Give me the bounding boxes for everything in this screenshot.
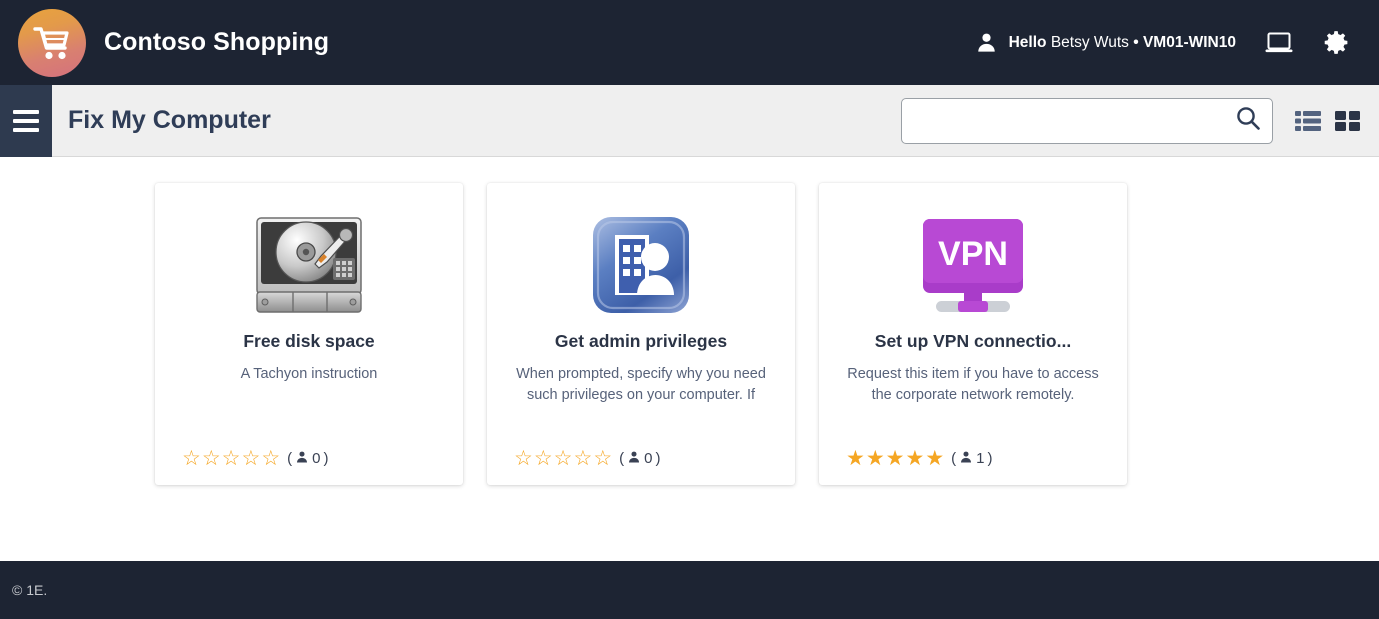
laptop-icon[interactable]: [1264, 30, 1294, 56]
person-icon: [959, 450, 973, 468]
hamburger-lines: [13, 109, 39, 132]
brand-area[interactable]: Contoso Shopping: [18, 8, 330, 77]
shopping-cart-icon: [18, 8, 86, 77]
list-view-icon[interactable]: [1295, 110, 1321, 132]
rating-count-value: 0: [644, 450, 653, 467]
app-footer: © 1E.: [0, 561, 1379, 619]
hamburger-line: [13, 109, 39, 114]
paren-open: (: [619, 450, 625, 467]
star-icon[interactable]: ☆: [554, 448, 573, 469]
star-icon[interactable]: ★: [866, 448, 885, 469]
gear-icon[interactable]: [1322, 28, 1351, 57]
rating-count: ( 1 ): [951, 450, 992, 468]
person-icon: [295, 450, 309, 468]
page-title: Fix My Computer: [68, 106, 271, 134]
card-rating[interactable]: ☆ ☆ ☆ ☆ ☆ ( 0 ): [173, 448, 328, 469]
card-rating[interactable]: ☆ ☆ ☆ ☆ ☆ ( 0 ): [505, 448, 660, 469]
paren-open: (: [287, 450, 293, 467]
star-icon[interactable]: ☆: [182, 448, 201, 469]
rating-count-value: 1: [976, 450, 985, 467]
search-box[interactable]: [901, 97, 1273, 144]
paren-close: ): [323, 450, 329, 467]
star-rating[interactable]: ☆ ☆ ☆ ☆ ☆: [182, 448, 280, 469]
hamburger-menu-icon[interactable]: [0, 84, 52, 157]
star-icon[interactable]: ☆: [573, 448, 592, 469]
vpn-monitor-icon: VPN: [914, 205, 1032, 325]
card-description: Request this item if you have to access …: [847, 366, 1099, 404]
rating-count-value: 0: [312, 450, 321, 467]
app-title: Contoso Shopping: [104, 28, 330, 56]
search-icon[interactable]: [1234, 104, 1262, 137]
paren-open: (: [951, 450, 957, 467]
user-name: Betsy Wuts: [1050, 33, 1129, 51]
copyright-text: © 1E.: [12, 582, 48, 598]
star-icon[interactable]: ★: [905, 448, 924, 469]
user-account-button[interactable]: Hello Betsy Wuts • VM01-WIN10: [975, 31, 1236, 54]
rating-count: ( 0 ): [287, 450, 328, 468]
catalog-card[interactable]: Get admin privileges When prompted, spec…: [487, 183, 795, 485]
card-rating[interactable]: ★ ★ ★ ★ ★ ( 1 ): [837, 448, 992, 469]
app-header: Contoso Shopping Hello Betsy Wuts • VM01…: [0, 0, 1379, 85]
card-description: When prompted, specify why you need such…: [516, 366, 766, 404]
paren-close: ): [655, 450, 661, 467]
paren-close: ): [987, 450, 993, 467]
card-title: Free disk space: [243, 331, 375, 351]
hamburger-line: [13, 127, 39, 132]
person-icon: [627, 450, 641, 468]
star-icon[interactable]: ☆: [593, 448, 612, 469]
user-greeting-text: Hello Betsy Wuts • VM01-WIN10: [1009, 34, 1236, 52]
star-rating[interactable]: ☆ ☆ ☆ ☆ ☆: [514, 448, 612, 469]
toolbar-right: [901, 97, 1379, 144]
catalog-card[interactable]: Free disk space A Tachyon instruction ☆ ☆…: [155, 183, 463, 485]
device-name: • VM01-WIN10: [1133, 33, 1236, 51]
page-toolbar: Fix My Computer: [0, 84, 1379, 157]
catalog-card[interactable]: VPN Set up VPN connectio... Request this…: [819, 183, 1127, 485]
star-icon[interactable]: ☆: [222, 448, 241, 469]
card-title: Get admin privileges: [554, 331, 728, 351]
svg-text:VPN: VPN: [938, 235, 1008, 273]
card-description: A Tachyon instruction: [240, 366, 378, 382]
greeting-word: Hello: [1008, 33, 1047, 51]
star-icon[interactable]: ★: [846, 448, 865, 469]
star-icon[interactable]: ☆: [202, 448, 221, 469]
card-title: Set up VPN connectio...: [874, 331, 1072, 351]
grid-view-icon[interactable]: [1335, 110, 1361, 132]
admin-privileges-icon: [589, 205, 693, 325]
view-mode-toggles: [1295, 110, 1361, 132]
star-icon[interactable]: ★: [925, 448, 944, 469]
search-input[interactable]: [914, 112, 1234, 129]
star-icon[interactable]: ☆: [514, 448, 533, 469]
star-icon[interactable]: ★: [886, 448, 905, 469]
star-icon[interactable]: ☆: [261, 448, 280, 469]
hard-disk-drive-icon: [249, 205, 369, 325]
header-actions: Hello Betsy Wuts • VM01-WIN10: [975, 28, 1351, 57]
star-icon[interactable]: ☆: [241, 448, 260, 469]
person-icon: [975, 31, 998, 54]
star-rating[interactable]: ★ ★ ★ ★ ★: [846, 448, 944, 469]
hamburger-line: [13, 118, 39, 123]
rating-count: ( 0 ): [619, 450, 660, 468]
star-icon[interactable]: ☆: [534, 448, 553, 469]
catalog-grid: Free disk space A Tachyon instruction ☆ ☆…: [0, 157, 1379, 561]
